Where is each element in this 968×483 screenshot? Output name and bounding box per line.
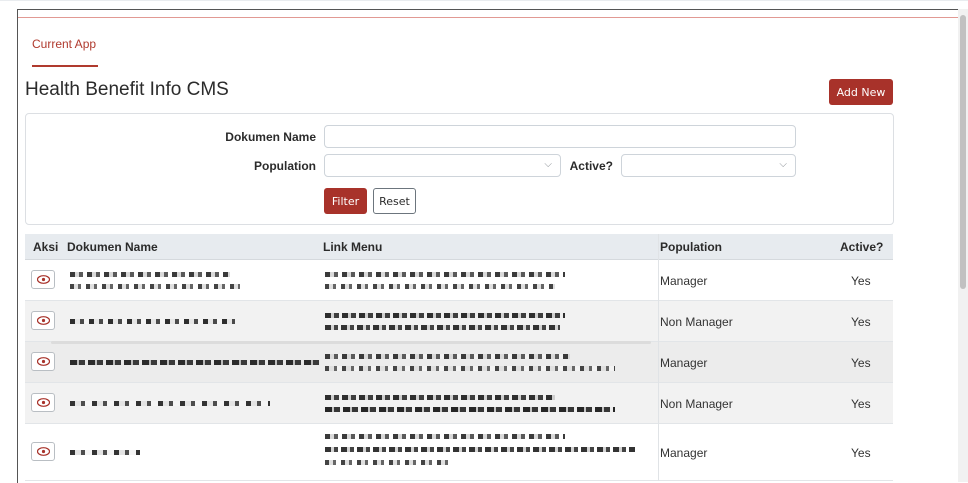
accent-rule <box>18 17 959 18</box>
active-select[interactable]: ⌵ <box>621 154 796 177</box>
active-cell: Yes <box>851 446 871 460</box>
redacted-text <box>325 434 565 439</box>
redacted-text <box>70 450 140 455</box>
view-button[interactable] <box>31 311 55 330</box>
dokumen-name-input[interactable] <box>324 125 796 148</box>
column-header-active[interactable]: Active? <box>840 240 883 254</box>
population-cell: Manager <box>660 446 708 460</box>
scrollbar-thumb[interactable] <box>960 15 966 289</box>
app-frame: Current App Health Benefit Info CMS Add … <box>17 9 959 483</box>
view-button[interactable] <box>31 352 55 371</box>
active-tab-indicator <box>32 65 98 67</box>
redacted-text <box>325 284 555 289</box>
population-cell: Non Manager <box>660 315 733 329</box>
eye-icon <box>37 398 50 407</box>
population-select[interactable]: ⌵ <box>324 154 561 177</box>
table-row: Non Manager Yes <box>25 383 893 424</box>
reset-button[interactable]: Reset <box>373 188 416 214</box>
column-header-dokumen-name[interactable]: Dokumen Name <box>67 240 158 254</box>
column-divider <box>658 234 659 481</box>
eye-icon <box>37 357 50 366</box>
population-label: Population <box>254 159 316 173</box>
active-cell: Yes <box>851 356 871 370</box>
redacted-text <box>70 272 230 277</box>
eye-icon <box>37 275 50 284</box>
top-border <box>0 0 968 1</box>
redacted-text <box>70 319 235 324</box>
eye-icon <box>37 447 50 456</box>
active-cell: Yes <box>851 397 871 411</box>
filter-panel: Dokumen Name Population ⌵ Active? ⌵ Filt… <box>25 113 894 225</box>
eye-icon <box>37 316 50 325</box>
column-header-link-menu[interactable]: Link Menu <box>323 240 382 254</box>
redacted-text <box>325 460 450 465</box>
population-cell: Manager <box>660 274 708 288</box>
redacted-text <box>70 360 320 365</box>
active-cell: Yes <box>851 315 871 329</box>
active-cell: Yes <box>851 274 871 288</box>
redacted-text <box>70 401 270 406</box>
active-label: Active? <box>569 159 613 173</box>
view-button[interactable] <box>31 270 55 289</box>
table-row: Manager Yes <box>25 424 893 481</box>
column-header-aksi[interactable]: Aksi <box>33 240 58 254</box>
view-button[interactable] <box>31 442 55 461</box>
redacted-text <box>325 395 555 400</box>
dokumen-name-label: Dokumen Name <box>225 130 316 144</box>
population-cell: Non Manager <box>660 397 733 411</box>
horizontal-scrollbar[interactable] <box>51 341 651 344</box>
table-header: Aksi Dokumen Name Link Menu Population A… <box>25 234 893 260</box>
redacted-text <box>325 272 565 277</box>
redacted-text <box>325 313 565 318</box>
redacted-text <box>325 407 615 412</box>
table-row: Manager Yes <box>25 260 893 301</box>
redacted-text <box>325 325 560 330</box>
documents-table: Aksi Dokumen Name Link Menu Population A… <box>25 234 893 481</box>
table-row: Non Manager Yes <box>25 301 893 342</box>
redacted-text <box>70 284 240 289</box>
view-button[interactable] <box>31 393 55 412</box>
column-header-population[interactable]: Population <box>660 240 722 254</box>
chevron-down-icon: ⌵ <box>779 159 787 170</box>
redacted-text <box>325 447 635 452</box>
filter-button[interactable]: Filter <box>324 188 367 214</box>
table-row: Manager Yes <box>25 342 893 383</box>
tab-current-app[interactable]: Current App <box>32 37 96 51</box>
redacted-text <box>325 366 615 371</box>
redacted-text <box>325 354 570 359</box>
population-cell: Manager <box>660 356 708 370</box>
page-title: Health Benefit Info CMS <box>25 79 229 100</box>
vertical-scrollbar[interactable] <box>958 9 968 482</box>
add-new-button[interactable]: Add New <box>829 79 893 105</box>
